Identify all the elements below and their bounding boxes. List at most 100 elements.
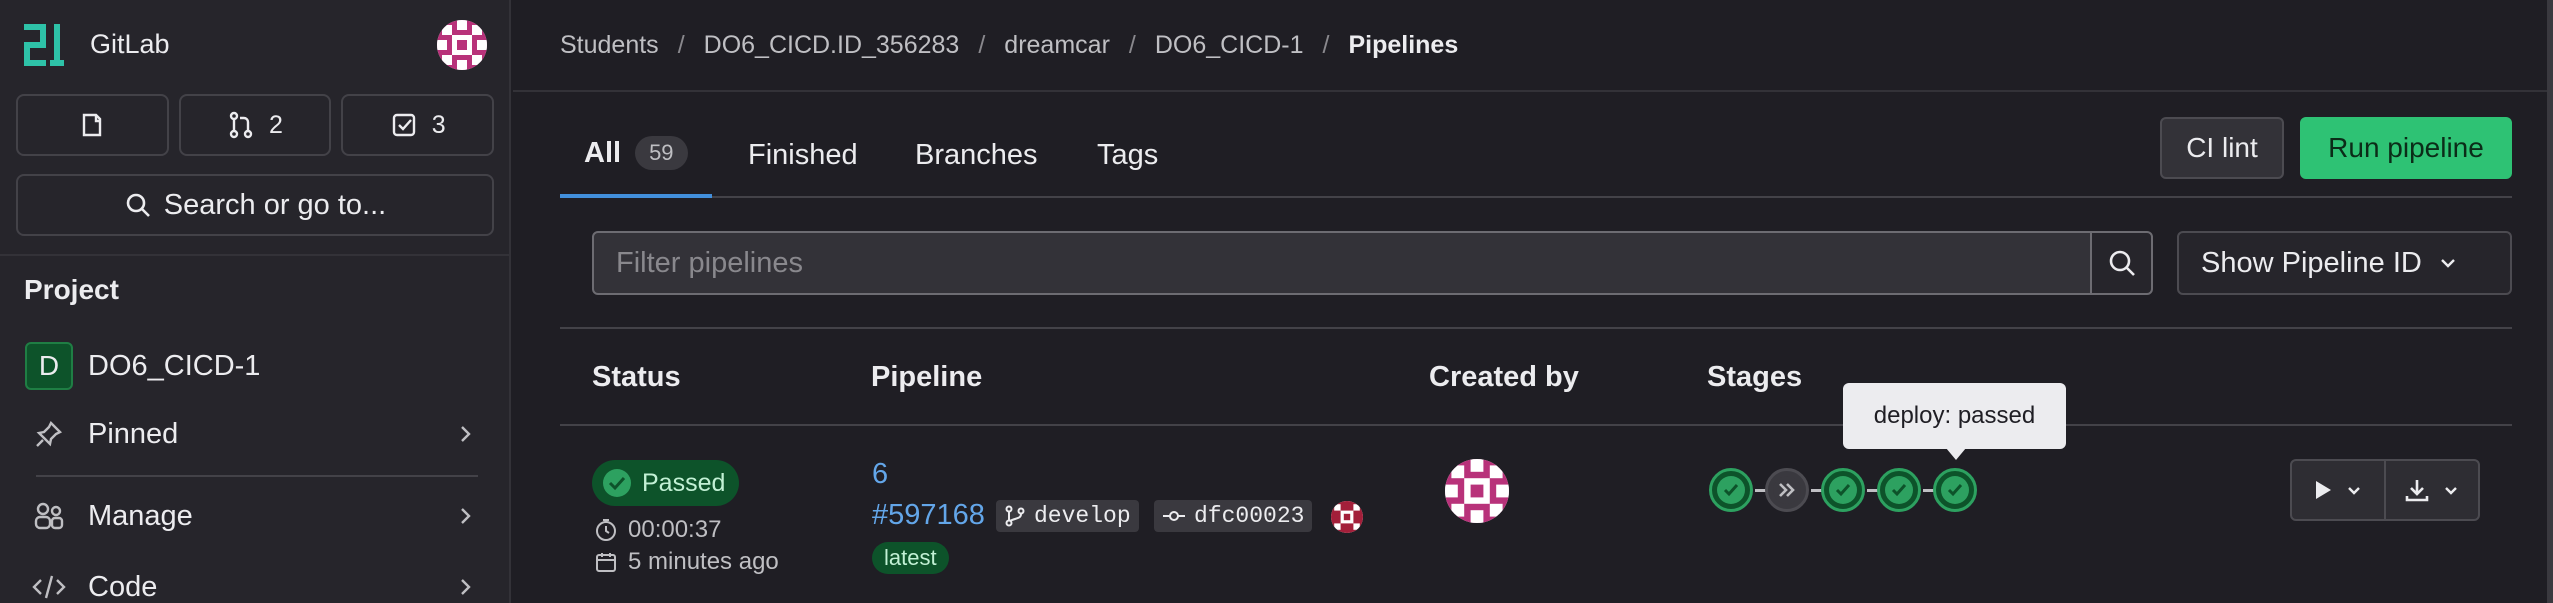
todos-button[interactable]: 3 xyxy=(341,94,495,156)
sidebar-item-project[interactable]: D DO6_CICD-1 xyxy=(10,337,500,395)
branch-chip[interactable]: develop xyxy=(996,500,1139,532)
scrollbar[interactable] xyxy=(2547,0,2553,603)
sidebar-item-label: Manage xyxy=(88,499,193,532)
calendar-icon xyxy=(596,553,616,572)
manual-jobs-dropdown[interactable] xyxy=(2292,461,2384,519)
users-icon xyxy=(34,502,64,530)
tab-finished[interactable]: Finished xyxy=(748,112,858,198)
sidebar-item-label: Pinned xyxy=(88,417,179,450)
issues-icon xyxy=(83,113,102,137)
user-avatar[interactable] xyxy=(437,20,487,70)
tab-label: Finished xyxy=(748,138,858,171)
tab-all[interactable]: All 59 xyxy=(560,112,712,198)
sidebar-divider xyxy=(0,254,511,256)
commit-sha: dfc00023 xyxy=(1194,503,1305,529)
merge-request-icon xyxy=(229,111,253,139)
sidebar-item-manage[interactable]: Manage xyxy=(10,487,500,545)
run-pipeline-button[interactable]: Run pipeline xyxy=(2300,117,2512,179)
play-icon xyxy=(2316,481,2331,499)
chevron-down-icon xyxy=(2445,487,2457,495)
branch-name: develop xyxy=(1034,503,1131,529)
search-icon xyxy=(2109,250,2135,276)
filter-bar: Show Pipeline ID xyxy=(592,231,2512,295)
breadcrumb-item[interactable]: dreamcar xyxy=(1004,31,1110,60)
commit-chip[interactable]: dfc00023 xyxy=(1154,500,1313,532)
issues-button[interactable] xyxy=(16,94,169,156)
status-badge[interactable]: Passed xyxy=(592,460,740,506)
pipeline-id-link[interactable]: #597168 xyxy=(872,499,985,532)
pipeline-duration: 00:00:37 xyxy=(594,516,721,544)
pipeline-actions xyxy=(2290,459,2480,521)
sidebar-counters: 2 3 xyxy=(16,94,495,156)
search-button[interactable]: Search or go to... xyxy=(16,174,494,236)
todo-icon xyxy=(392,113,415,137)
filter-pipelines-input[interactable] xyxy=(592,231,2092,295)
sidebar-section-title: Project xyxy=(24,274,119,305)
stage-status-success[interactable] xyxy=(1709,468,1753,512)
breadcrumb-item[interactable]: DO6_CICD.ID_356283 xyxy=(704,31,960,60)
breadcrumb: Students / DO6_CICD.ID_356283 / dreamcar… xyxy=(513,0,2553,92)
created-by-avatar[interactable] xyxy=(1445,459,1509,523)
show-pipeline-id-dropdown[interactable]: Show Pipeline ID xyxy=(2177,231,2512,295)
table-header: Status Pipeline Created by Stages xyxy=(560,327,2512,426)
finished-text: 5 minutes ago xyxy=(628,548,779,575)
breadcrumb-separator: / xyxy=(677,30,685,59)
check-icon xyxy=(1947,484,1963,497)
search-label: Search or go to... xyxy=(163,188,387,221)
commit-author-avatar[interactable] xyxy=(1331,501,1363,533)
stage-status-deploy[interactable] xyxy=(1933,468,1977,512)
stage-tooltip: deploy: passed xyxy=(1843,383,2066,449)
tab-tags[interactable]: Tags xyxy=(1097,112,1158,198)
search-icon xyxy=(126,193,150,217)
branch-icon xyxy=(1005,505,1025,527)
status-label: Passed xyxy=(642,468,726,497)
check-circle-icon xyxy=(603,469,631,497)
gitlab-logo-icon[interactable] xyxy=(24,24,70,66)
latest-badge: latest xyxy=(872,542,949,574)
pin-icon xyxy=(36,420,63,447)
todos-count: 3 xyxy=(431,110,446,139)
breadcrumb-item[interactable]: DO6_CICD-1 xyxy=(1155,31,1304,60)
check-icon xyxy=(1835,484,1851,497)
timer-icon xyxy=(596,519,616,541)
sidebar-item-label: Code xyxy=(88,570,158,603)
tab-label: Branches xyxy=(915,138,1038,171)
pipeline-finished-time: 5 minutes ago xyxy=(594,548,779,576)
check-icon xyxy=(1891,484,1907,497)
stage-status-success[interactable] xyxy=(1821,468,1865,512)
sidebar-item-pinned[interactable]: Pinned xyxy=(10,405,500,463)
sidebar-item-code[interactable]: Code xyxy=(10,558,500,603)
stage-status-success[interactable] xyxy=(1877,468,1921,512)
merge-requests-count: 2 xyxy=(269,110,283,139)
sidebar-item-label: DO6_CICD-1 xyxy=(88,349,261,382)
dropdown-label: Show Pipeline ID xyxy=(2201,246,2422,279)
breadcrumb-item[interactable]: Students xyxy=(560,31,659,60)
tab-label: Tags xyxy=(1097,138,1159,171)
column-header-stages: Stages xyxy=(1707,361,1803,393)
check-icon xyxy=(1723,484,1739,497)
ci-lint-button[interactable]: CI lint xyxy=(2160,117,2284,179)
merge-requests-button[interactable]: 2 xyxy=(178,94,332,156)
breadcrumb-separator: / xyxy=(1322,30,1330,59)
duration-text: 00:00:37 xyxy=(628,516,722,543)
chevron-right-icon xyxy=(461,508,471,524)
column-header-status: Status xyxy=(592,361,681,393)
pinned-divider xyxy=(36,475,478,477)
download-artifacts-dropdown[interactable] xyxy=(2384,461,2478,519)
breadcrumb-separator: / xyxy=(978,30,986,59)
breadcrumb-current[interactable]: Pipelines xyxy=(1348,31,1458,60)
code-icon xyxy=(32,575,66,599)
tab-label: All xyxy=(584,136,622,169)
chevron-right-icon xyxy=(461,426,471,442)
tab-branches[interactable]: Branches xyxy=(915,112,1038,198)
chevron-down-icon xyxy=(2440,259,2455,268)
app-name: GitLab xyxy=(90,29,170,59)
column-header-pipeline: Pipeline xyxy=(871,361,983,393)
pipeline-number-link[interactable]: 6 xyxy=(872,458,888,491)
column-header-created-by: Created by xyxy=(1429,361,1579,393)
breadcrumb-separator: / xyxy=(1128,30,1136,59)
sidebar-header: GitLab xyxy=(0,0,511,92)
filter-search-button[interactable] xyxy=(2090,231,2153,295)
sidebar: GitLab 2 3 Search or go to... Project D … xyxy=(0,0,511,603)
stage-status-skipped[interactable] xyxy=(1765,468,1809,512)
